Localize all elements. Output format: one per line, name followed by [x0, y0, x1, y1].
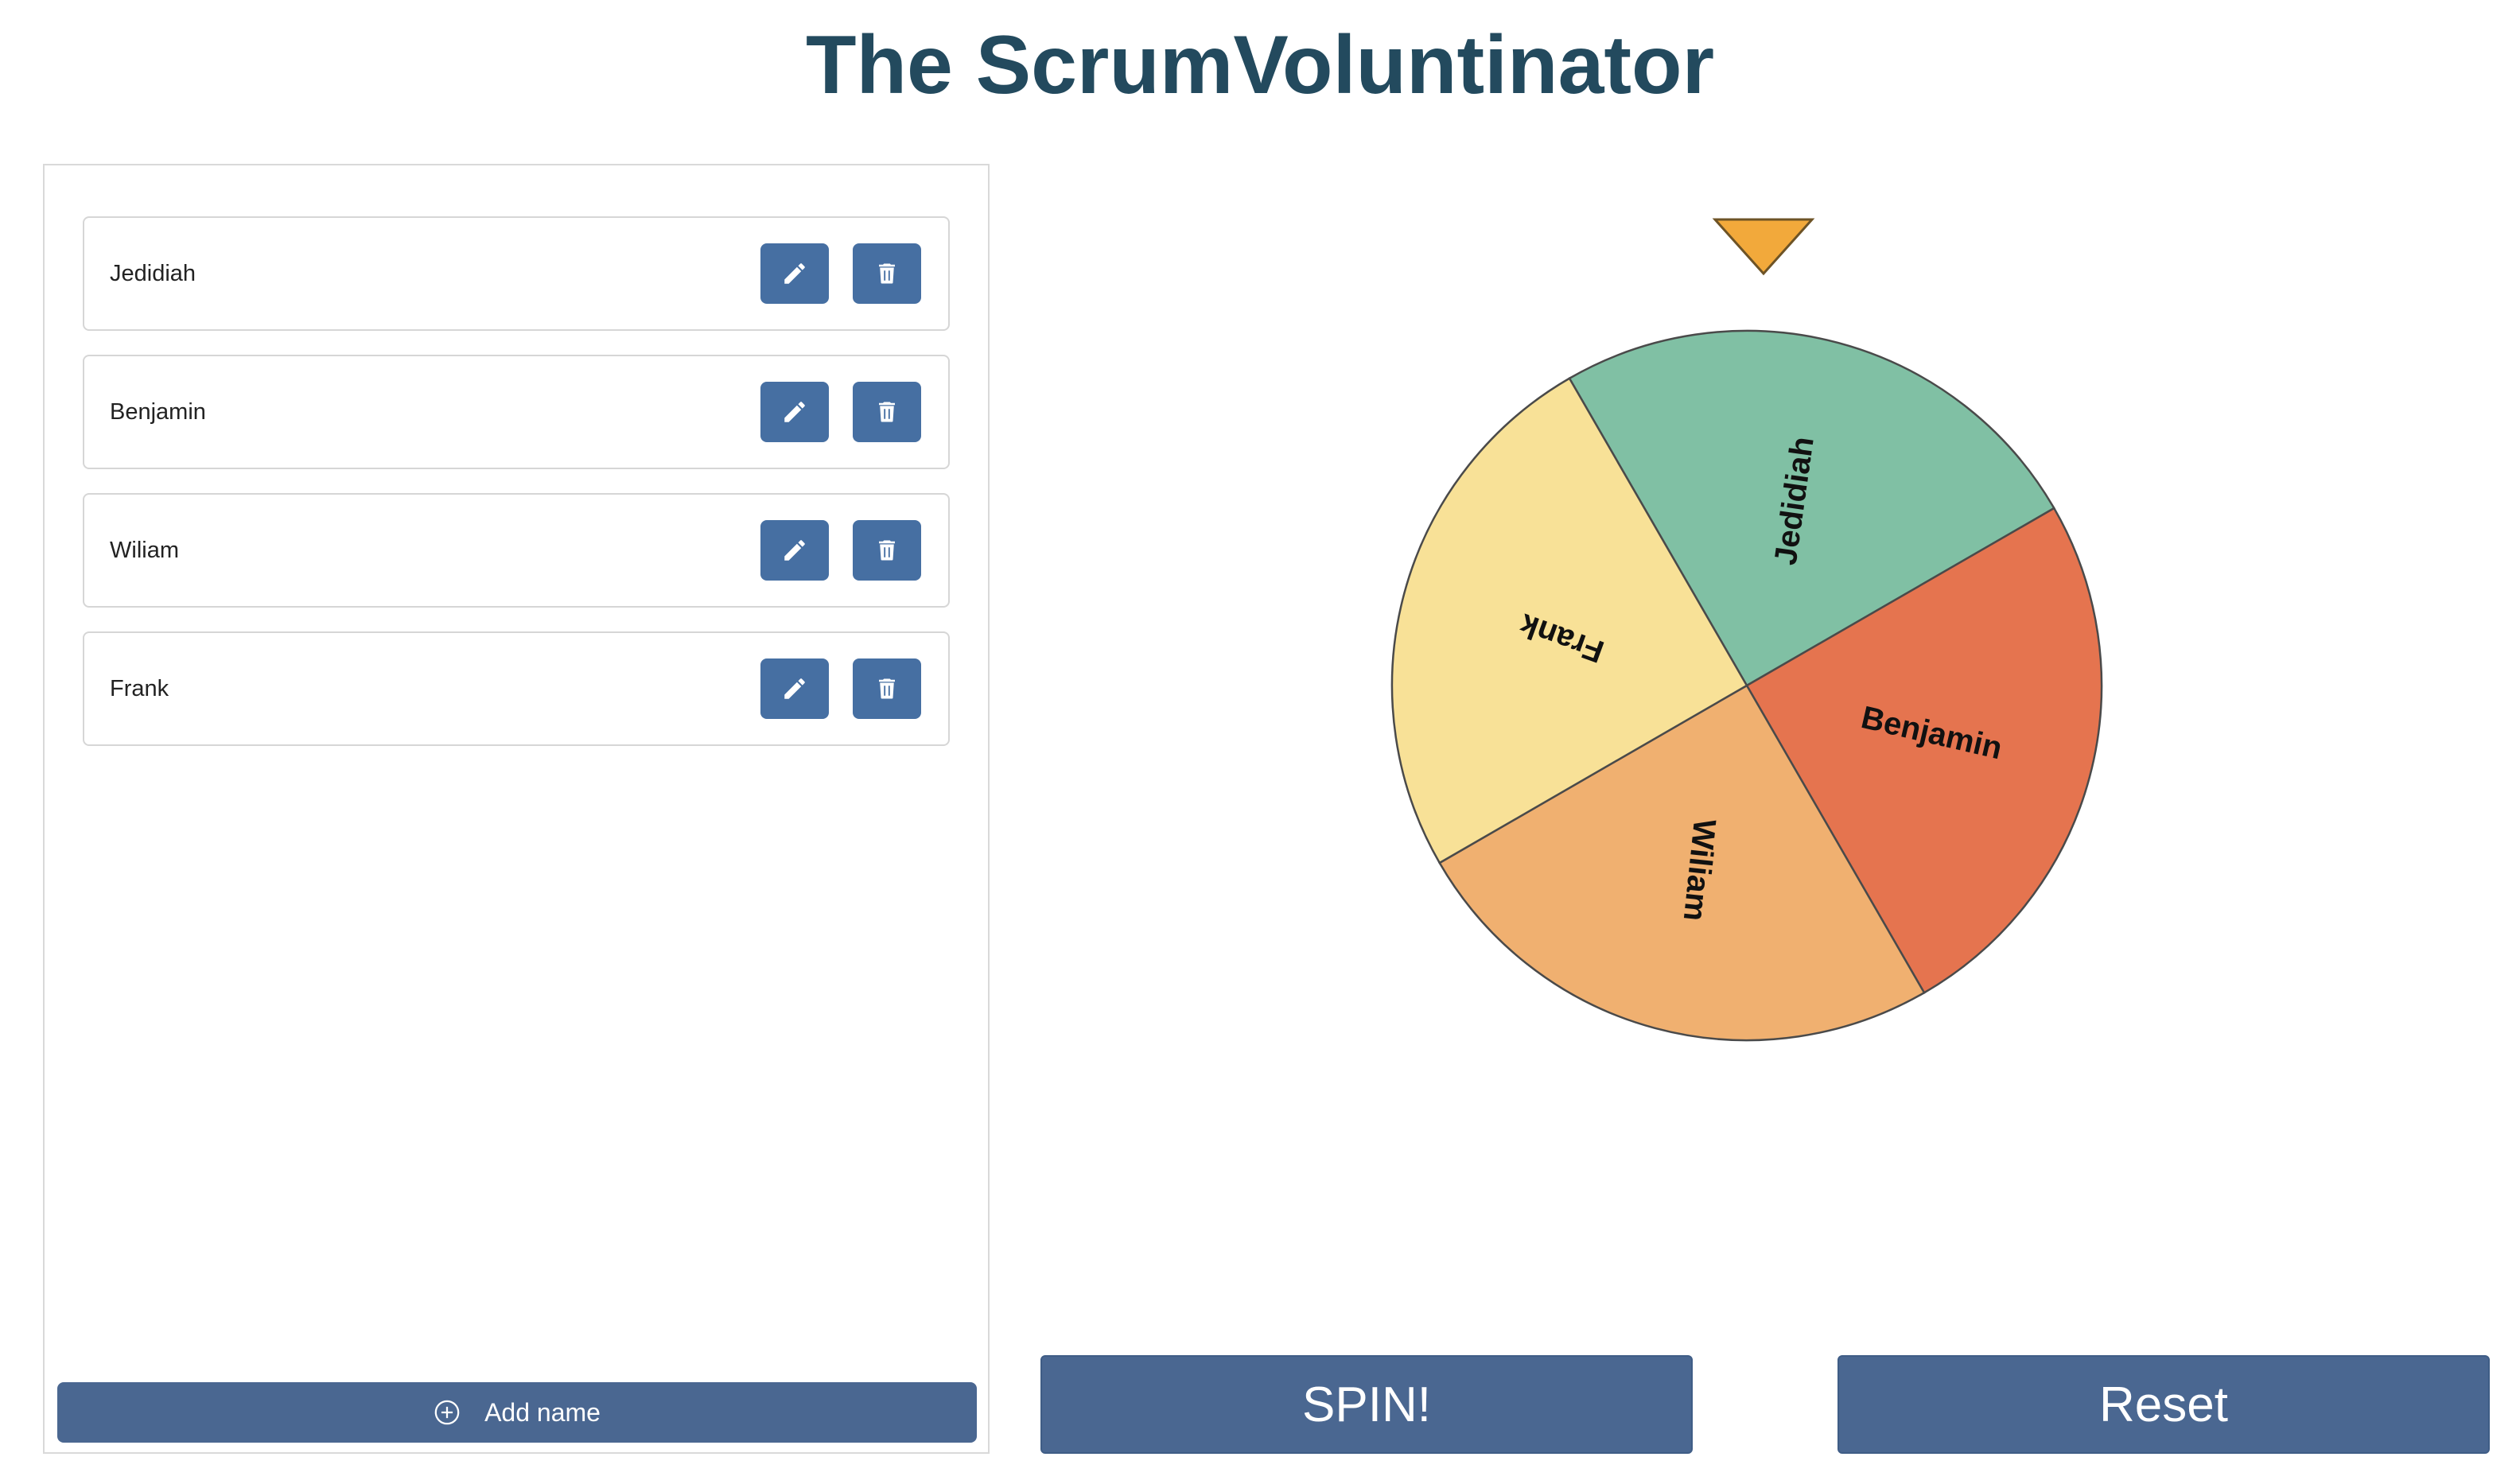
- plus-circle-icon: [434, 1400, 460, 1425]
- delete-button[interactable]: [853, 382, 921, 442]
- edit-button[interactable]: [760, 658, 829, 719]
- name-item: Wiliam: [83, 493, 950, 608]
- name-item: Jedidiah: [83, 216, 950, 331]
- spin-button[interactable]: SPIN!: [1040, 1355, 1693, 1454]
- spinner-wheel[interactable]: JedidiahBenjaminWiliamFrank: [1384, 215, 2148, 1074]
- wheel-area: Jedidiah Benjamin Wiliam Frank: [1384, 215, 2148, 1074]
- name-label: Benjamin: [110, 399, 206, 425]
- trash-icon: [879, 402, 895, 422]
- delete-button[interactable]: [853, 243, 921, 304]
- trash-icon: [879, 540, 895, 561]
- trash-icon: [879, 263, 895, 284]
- edit-button[interactable]: [760, 382, 829, 442]
- names-panel: Jedidiah Benjamin Wiliam Frank Add name: [43, 164, 990, 1454]
- edit-button[interactable]: [760, 520, 829, 581]
- name-item: Frank: [83, 631, 950, 746]
- delete-button[interactable]: [853, 520, 921, 581]
- name-item: Benjamin: [83, 355, 950, 469]
- trash-icon: [879, 678, 895, 699]
- pencil-icon: [784, 678, 805, 699]
- add-name-label: Add name: [484, 1397, 601, 1427]
- delete-button[interactable]: [853, 658, 921, 719]
- wheel-pointer: [1712, 218, 1815, 276]
- wheel-segments: JedidiahBenjaminWiliamFrank: [1390, 329, 2103, 1042]
- edit-button[interactable]: [760, 243, 829, 304]
- reset-button[interactable]: Reset: [1838, 1355, 2490, 1454]
- add-name-button[interactable]: Add name: [57, 1382, 977, 1443]
- name-label: Jedidiah: [110, 261, 196, 286]
- name-label: Frank: [110, 676, 169, 701]
- pencil-icon: [784, 263, 805, 284]
- page-title: The ScrumVoluntinator: [805, 19, 1715, 111]
- pencil-icon: [784, 540, 805, 561]
- pencil-icon: [784, 402, 805, 422]
- name-label: Wiliam: [110, 538, 179, 563]
